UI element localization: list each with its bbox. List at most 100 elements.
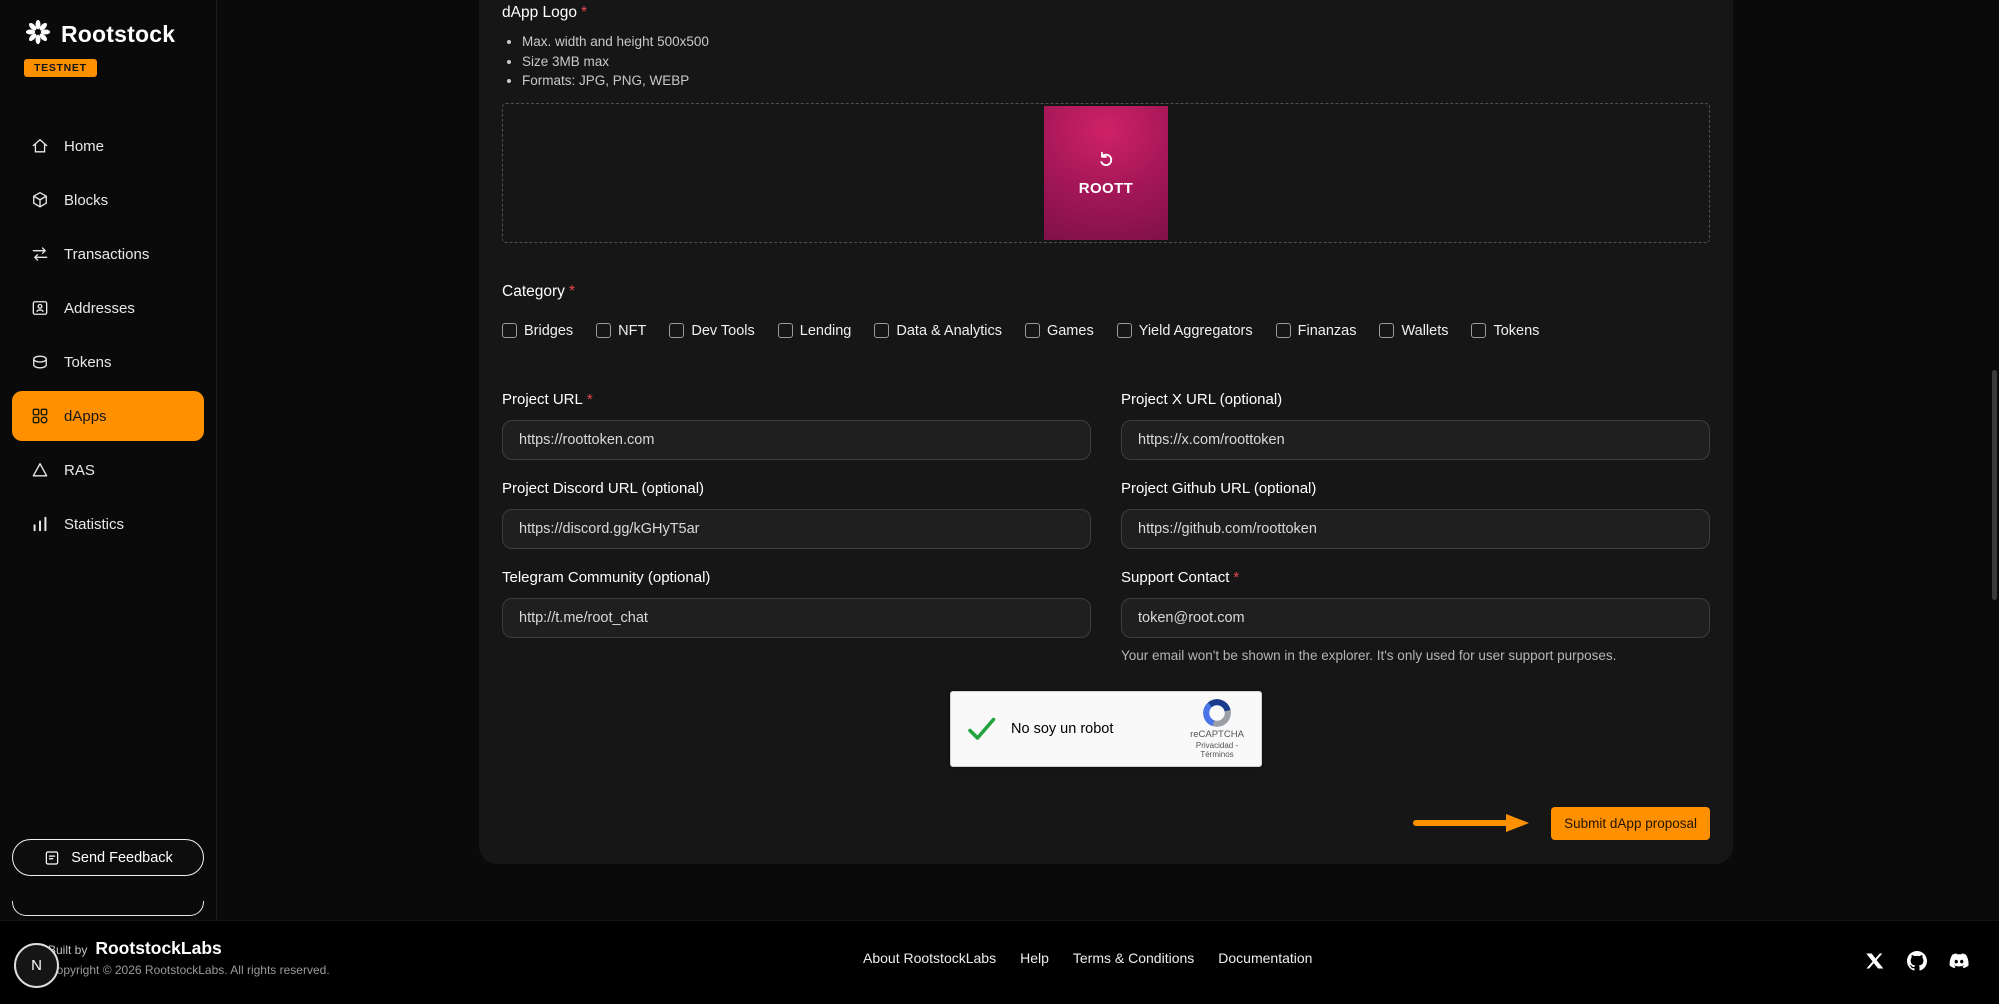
field-telegram-community: Telegram Community (optional) [502, 569, 1091, 663]
checkbox-label: Games [1047, 323, 1094, 339]
discord-icon[interactable] [1949, 951, 1969, 971]
swap-arrows-icon [30, 244, 50, 264]
sidebar-item-label: Statistics [64, 516, 124, 533]
logo-dropzone[interactable]: ROOTT [502, 103, 1710, 243]
dapp-logo-label: dApp Logo* [502, 4, 1710, 22]
sidebar-item-label: RAS [64, 462, 95, 479]
home-icon [30, 136, 50, 156]
submit-row: Submit dApp proposal [502, 807, 1710, 840]
footer-link-documentation[interactable]: Documentation [1218, 950, 1312, 966]
checkbox[interactable] [596, 323, 611, 338]
avatar-badge[interactable]: N [14, 943, 59, 988]
category-checkbox-finanzas[interactable]: Finanzas [1276, 323, 1357, 339]
footer-social-icons [1865, 951, 1969, 971]
footer-link-about[interactable]: About RootstockLabs [863, 950, 996, 966]
support-contact-input[interactable] [1121, 598, 1710, 638]
category-checkbox-data-analytics[interactable]: Data & Analytics [874, 323, 1002, 339]
category-label: Category* [502, 283, 1710, 301]
logo-rule: Max. width and height 500x500 [522, 32, 1710, 52]
project-x-url-input[interactable] [1121, 420, 1710, 460]
required-asterisk: * [587, 391, 593, 408]
checkbox-label: Tokens [1493, 323, 1539, 339]
sidebar-item-label: Tokens [64, 354, 112, 371]
field-label: Telegram Community (optional) [502, 569, 1091, 586]
checkbox[interactable] [1117, 323, 1132, 338]
category-checkbox-dev-tools[interactable]: Dev Tools [669, 323, 754, 339]
submit-arrow-icon [1413, 812, 1531, 834]
sidebar: Rootstock TESTNET Home Blocks Transactio… [0, 0, 217, 920]
telegram-community-input[interactable] [502, 598, 1091, 638]
logo-rule: Formats: JPG, PNG, WEBP [522, 71, 1710, 91]
checkbox-label: Wallets [1401, 323, 1448, 339]
brand-name: Rootstock [61, 21, 175, 48]
checkbox[interactable] [1379, 323, 1394, 338]
category-checkbox-tokens[interactable]: Tokens [1471, 323, 1539, 339]
feedback-button-outline [12, 901, 204, 916]
captcha-checkmark-icon [965, 713, 997, 745]
logo-preview-tile[interactable]: ROOTT [1044, 106, 1168, 240]
sidebar-item-statistics[interactable]: Statistics [0, 497, 216, 551]
footer: N Built by RootstockLabs Copyright © 202… [0, 920, 1999, 1004]
sidebar-item-label: Addresses [64, 300, 135, 317]
apps-grid-icon [30, 406, 50, 426]
field-label: Project Discord URL (optional) [502, 480, 1091, 497]
checkbox-label: Dev Tools [691, 323, 754, 339]
refresh-image-icon [1094, 148, 1118, 172]
field-label: Support Contact* [1121, 569, 1710, 586]
logo-rules-list: Max. width and height 500x500 Size 3MB m… [502, 32, 1710, 91]
checkbox[interactable] [502, 323, 517, 338]
checkbox-label: NFT [618, 323, 646, 339]
checkbox-label: Finanzas [1298, 323, 1357, 339]
logo-preview-text: ROOTT [1079, 180, 1134, 197]
sidebar-item-tokens[interactable]: Tokens [0, 335, 216, 389]
sidebar-item-blocks[interactable]: Blocks [0, 173, 216, 227]
scrollbar-thumb[interactable] [1992, 370, 1997, 600]
footer-link-terms[interactable]: Terms & Conditions [1073, 950, 1194, 966]
project-discord-url-input[interactable] [502, 509, 1091, 549]
field-project-x-url: Project X URL (optional) [1121, 391, 1710, 460]
checkbox[interactable] [669, 323, 684, 338]
github-icon[interactable] [1907, 951, 1927, 971]
required-asterisk: * [581, 4, 587, 21]
category-checkbox-bridges[interactable]: Bridges [502, 323, 573, 339]
checkbox[interactable] [778, 323, 793, 338]
recaptcha-brand-label: reCAPTCHA [1185, 729, 1249, 740]
rootstock-logo-icon [24, 18, 52, 51]
submit-dapp-proposal-button[interactable]: Submit dApp proposal [1551, 807, 1710, 840]
category-checkbox-lending[interactable]: Lending [778, 323, 852, 339]
send-feedback-button[interactable]: Send Feedback [12, 839, 204, 876]
checkbox[interactable] [1471, 323, 1486, 338]
recaptcha-links[interactable]: Privacidad - Términos [1185, 741, 1249, 759]
sidebar-item-label: Blocks [64, 192, 108, 209]
footer-link-help[interactable]: Help [1020, 950, 1049, 966]
category-checkbox-games[interactable]: Games [1025, 323, 1094, 339]
sidebar-nav: Home Blocks Transactions Addresses Token… [0, 119, 216, 551]
project-github-url-input[interactable] [1121, 509, 1710, 549]
checkbox[interactable] [1025, 323, 1040, 338]
sidebar-item-transactions[interactable]: Transactions [0, 227, 216, 281]
url-fields-grid: Project URL* Project X URL (optional) Pr… [502, 391, 1710, 663]
copyright-text: Copyright © 2026 RootstockLabs. All righ… [48, 963, 330, 977]
sidebar-item-dapps[interactable]: dApps [12, 391, 204, 441]
category-checkbox-yield-aggregators[interactable]: Yield Aggregators [1117, 323, 1253, 339]
support-contact-helper: Your email won't be shown in the explore… [1121, 648, 1710, 663]
field-support-contact: Support Contact* Your email won't be sho… [1121, 569, 1710, 663]
x-icon[interactable] [1865, 951, 1885, 971]
recaptcha-widget[interactable]: No soy un robot reCAPTCHA Privacidad - T… [950, 691, 1262, 767]
category-checkbox-wallets[interactable]: Wallets [1379, 323, 1448, 339]
sidebar-item-label: dApps [64, 408, 107, 425]
category-checkbox-nft[interactable]: NFT [596, 323, 646, 339]
required-asterisk: * [1233, 569, 1239, 586]
checkbox[interactable] [874, 323, 889, 338]
sidebar-item-ras[interactable]: RAS [0, 443, 216, 497]
testnet-badge: TESTNET [24, 59, 97, 77]
footer-brand: RootstockLabs [95, 938, 221, 959]
sidebar-item-home[interactable]: Home [0, 119, 216, 173]
field-label: Project URL* [502, 391, 1091, 408]
checkbox[interactable] [1276, 323, 1291, 338]
sidebar-item-addresses[interactable]: Addresses [0, 281, 216, 335]
project-url-input[interactable] [502, 420, 1091, 460]
coin-icon [30, 352, 50, 372]
feedback-note-icon [43, 849, 61, 867]
checkbox-label: Yield Aggregators [1139, 323, 1253, 339]
